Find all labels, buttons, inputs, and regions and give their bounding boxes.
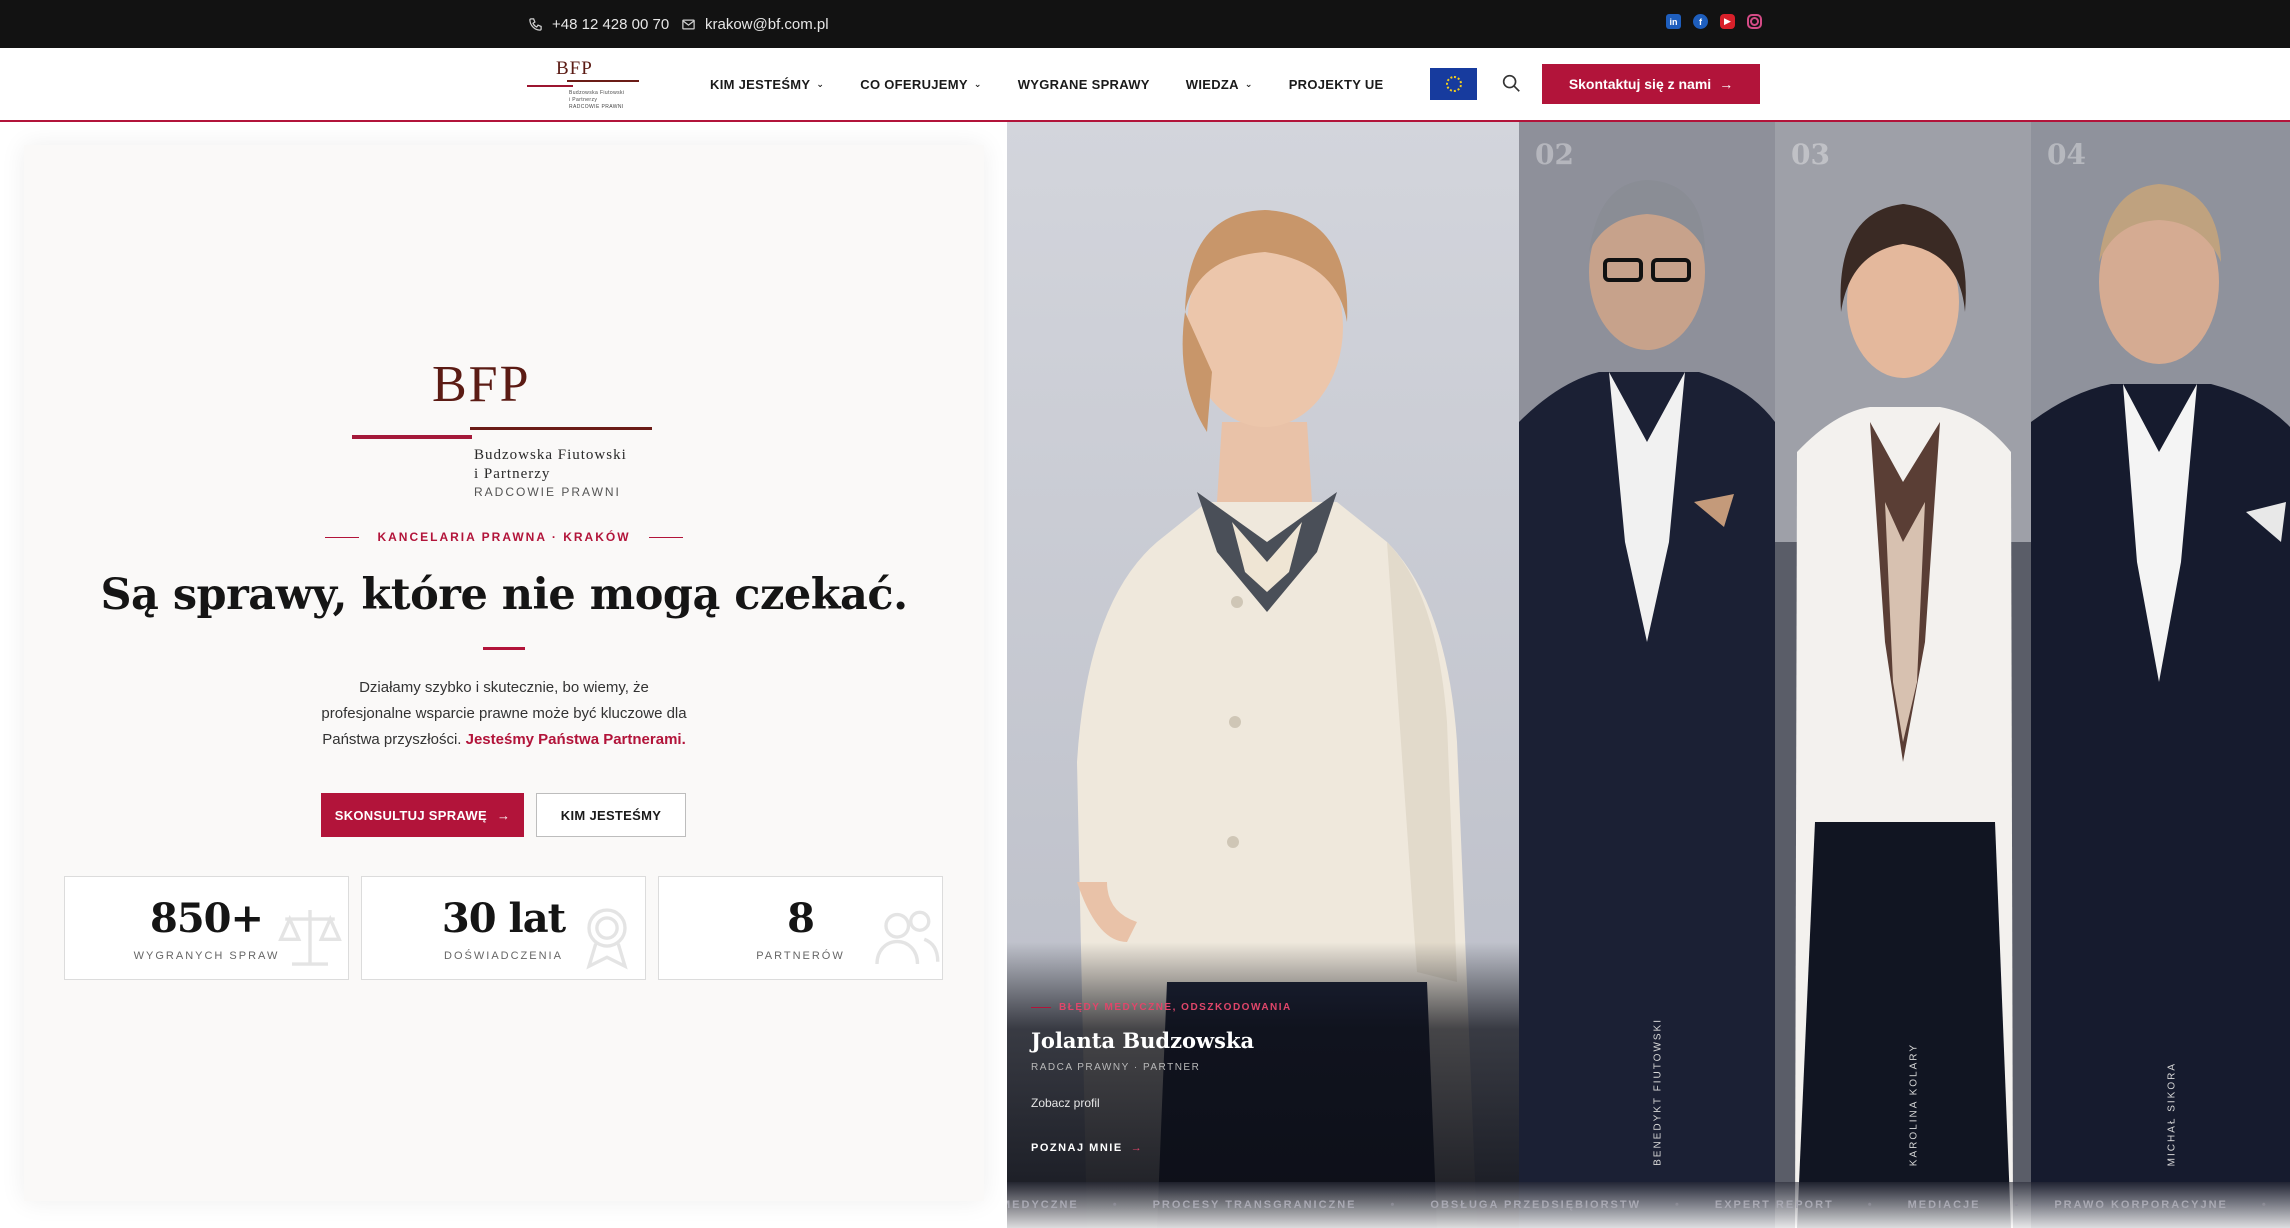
- phone-number: +48 12 428 00 70: [552, 15, 670, 33]
- portrait-image: [2031, 122, 2290, 1228]
- chevron-down-icon: ⌄: [1244, 78, 1253, 89]
- ticker-item[interactable]: OBSŁUGA PRZEDSIĘBIORSTW: [1430, 1199, 1680, 1211]
- logo-name-line: i Partnerzy: [569, 97, 598, 103]
- logo-name-line: i Partnerzy: [474, 466, 551, 482]
- logo-name-line: Budzowska Fiutowski: [474, 447, 627, 463]
- main-nav: BFP Budzowska Fiutowski i Partnerzy RADC…: [0, 48, 2290, 122]
- portrait-image: [1775, 122, 2031, 1228]
- stat-label: WYGRANYCH SPRAW: [133, 950, 280, 962]
- nav-item-co-oferujemy[interactable]: CO OFERUJEMY ⌄: [860, 77, 981, 92]
- team-gallery: BŁĘDY MEDYCZNE, ODSZKODOWANIA Jolanta Bu…: [1007, 122, 2290, 1228]
- stat-label: DOŚWIADCZENIA: [444, 950, 563, 962]
- view-profile-link[interactable]: Zobacz profil: [1031, 1096, 1100, 1110]
- ticker-item[interactable]: MEDYCZNE: [1007, 1199, 1119, 1211]
- featured-name: Jolanta Budzowska: [1031, 1028, 1255, 1053]
- stat-value: 8: [787, 895, 815, 942]
- stat-value: 30 lat: [441, 895, 566, 942]
- nav-item-wygrane-sprawy[interactable]: WYGRANE SPRAWY: [1018, 77, 1150, 92]
- logo-name-line: RADCOWIE PRAWNI: [569, 104, 624, 110]
- member-number: 02: [1535, 138, 1574, 171]
- practice-areas-ticker: MEDYCZNE PROCESY TRANSGRANICZNE OBSŁUGA …: [1007, 1182, 2290, 1228]
- nav-item-projekty-ue[interactable]: PROJEKTY UE: [1289, 77, 1384, 92]
- facebook-icon[interactable]: f: [1693, 14, 1708, 29]
- top-bar: +48 12 428 00 70 krakow@bf.com.pl in f ▶: [0, 0, 2290, 48]
- ticker-item[interactable]: PROCESY TRANSGRANICZNE: [1153, 1199, 1397, 1211]
- stat-card-experience: 30 lat DOŚWIADCZENIA: [361, 876, 646, 980]
- ticker-item[interactable]: EXPERT REPORT: [1715, 1199, 1874, 1211]
- accent-divider: [483, 647, 525, 650]
- stat-value: 850+: [149, 895, 264, 942]
- logo-line: [470, 427, 652, 430]
- portrait-image: [1519, 122, 1775, 1228]
- team-member-featured[interactable]: BŁĘDY MEDYCZNE, ODSZKODOWANIA Jolanta Bu…: [1007, 122, 1519, 1228]
- team-member-card[interactable]: 03 KAROLINA KOLARY: [1775, 122, 2031, 1228]
- hero-card: BFP Budzowska Fiutowski i Partnerzy RADC…: [24, 145, 984, 1201]
- logo-name-line: RADCOWIE PRAWNI: [474, 485, 621, 499]
- nav-item-wiedza[interactable]: WIEDZA ⌄: [1186, 77, 1253, 92]
- featured-specialty: BŁĘDY MEDYCZNE, ODSZKODOWANIA: [1031, 1002, 1292, 1013]
- team-member-card[interactable]: 02 BENEDYKT FIUTOWSKI: [1519, 122, 1775, 1228]
- logo-monogram: BFP: [432, 356, 531, 413]
- hero-eyebrow: KANCELARIA PRAWNA · KRAKÓW: [24, 530, 984, 544]
- lead-highlight: Jesteśmy Państwa Partnerami.: [465, 731, 686, 748]
- logo-monogram: BFP: [556, 58, 593, 79]
- email-link[interactable]: krakow@bf.com.pl: [681, 0, 829, 48]
- nav-item-kim-jestesmy[interactable]: KIM JESTEŚMY ⌄: [710, 77, 824, 92]
- member-number: 04: [2047, 138, 2086, 171]
- member-number: 03: [1791, 138, 1830, 171]
- logo-line: [527, 85, 573, 87]
- logo-line: [352, 435, 472, 439]
- stat-label: PARTNERÓW: [756, 950, 845, 962]
- team-member-card[interactable]: 04 MICHAŁ SIKORA: [2031, 122, 2290, 1228]
- header-logo[interactable]: BFP Budzowska Fiutowski i Partnerzy RADC…: [527, 58, 639, 114]
- nav-menu: KIM JESTEŚMY ⌄ CO OFERUJEMY ⌄ WYGRANE SPRA…: [710, 48, 1420, 120]
- logo-name-line: Budzowska Fiutowski: [569, 90, 625, 96]
- contact-us-button[interactable]: Skontaktuj się z nami →: [1542, 64, 1760, 104]
- chevron-down-icon: ⌄: [973, 78, 982, 89]
- meet-me-link[interactable]: POZNAJ MNIE →: [1031, 1142, 1143, 1154]
- member-name-vertical: BENEDYKT FIUTOWSKI: [1652, 1018, 1664, 1166]
- mail-icon: [682, 19, 695, 29]
- email-address: krakow@bf.com.pl: [705, 15, 829, 33]
- stat-card-partners: 8 PARTNERÓW: [658, 876, 943, 980]
- member-name-vertical: KAROLINA KOLARY: [1908, 1042, 1920, 1166]
- instagram-icon[interactable]: [1747, 14, 1762, 29]
- about-us-button[interactable]: KIM JESTEŚMY: [536, 793, 686, 837]
- member-name-vertical: MICHAŁ SIKORA: [2166, 1061, 2177, 1166]
- arrow-right-icon: →: [1719, 76, 1734, 92]
- stat-card-cases: 850+ WYGRANYCH SPRAW: [64, 876, 349, 980]
- hero-headline: Są sprawy, które nie mogą czekać.: [100, 570, 908, 620]
- firm-logo: BFP Budzowska Fiutowski i Partnerzy RADC…: [352, 355, 682, 505]
- consult-case-button[interactable]: SKONSULTUJ SPRAWĘ →: [321, 793, 524, 837]
- phone-icon: [529, 17, 542, 31]
- eu-flag-icon[interactable]: [1430, 68, 1477, 100]
- arrow-right-icon: →: [1130, 1142, 1144, 1154]
- youtube-icon[interactable]: ▶: [1720, 14, 1735, 29]
- linkedin-icon[interactable]: in: [1666, 14, 1681, 29]
- ticker-item[interactable]: PRAWO KORPORACYJNE: [2054, 1199, 2267, 1211]
- hero-lead: Działamy szybko i skutecznie, bo wiemy, …: [321, 679, 687, 748]
- ticker-item[interactable]: MEDIACJE: [1908, 1199, 2021, 1211]
- chevron-down-icon: ⌄: [816, 78, 825, 89]
- social-links: in f ▶: [1666, 14, 1762, 29]
- phone-link[interactable]: +48 12 428 00 70: [528, 0, 669, 48]
- featured-role: RADCA PRAWNY · PARTNER: [1031, 1062, 1201, 1073]
- search-icon[interactable]: [1500, 72, 1522, 94]
- arrow-right-icon: →: [496, 807, 511, 823]
- logo-line: [567, 80, 639, 82]
